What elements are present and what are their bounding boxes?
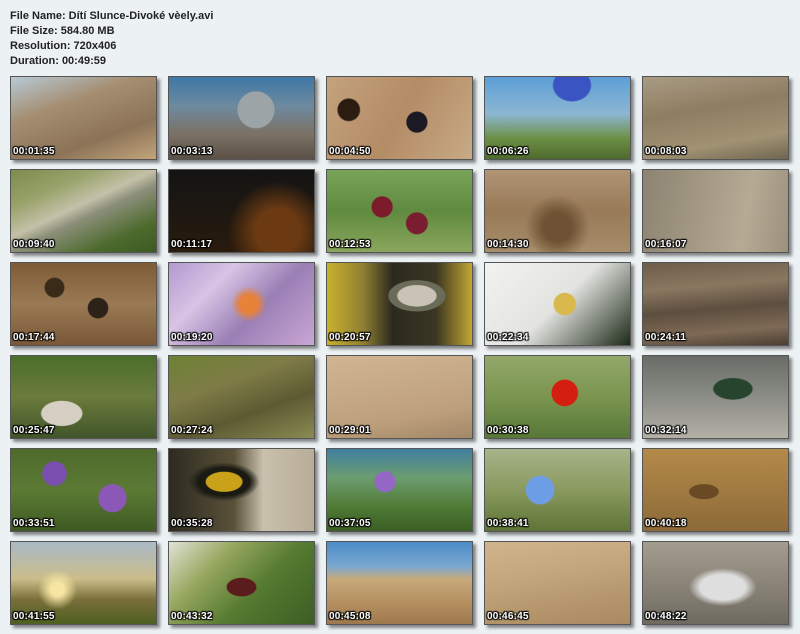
thumbnail-timestamp: 00:08:03 (645, 146, 687, 157)
thumbnail-timestamp: 00:12:53 (329, 239, 371, 250)
resolution: Resolution: 720x406 (10, 40, 117, 52)
thumbnail-18[interactable]: 00:29:01 (326, 355, 473, 439)
thumbnail-timestamp: 00:30:38 (487, 425, 529, 436)
thumbnail-4[interactable]: 00:06:26 (484, 76, 631, 160)
thumbnail-timestamp: 00:27:24 (171, 425, 213, 436)
thumbnail-timestamp: 00:16:07 (645, 239, 687, 250)
thumbnail-timestamp: 00:45:08 (329, 611, 371, 622)
thumbnail-6[interactable]: 00:09:40 (10, 169, 157, 253)
thumbnail-timestamp: 00:14:30 (487, 239, 529, 250)
thumbnail-timestamp: 00:35:28 (171, 518, 213, 529)
thumbnail-timestamp: 00:22:34 (487, 332, 529, 343)
thumbnail-13[interactable]: 00:20:57 (326, 262, 473, 346)
thumbnail-19[interactable]: 00:30:38 (484, 355, 631, 439)
thumbnail-27[interactable]: 00:43:32 (168, 541, 315, 625)
file-name: File Name: Dítí Slunce-Divoké vèely.avi (10, 10, 214, 22)
thumbnail-timestamp: 00:32:14 (645, 425, 687, 436)
thumbnail-timestamp: 00:29:01 (329, 425, 371, 436)
thumbnail-3[interactable]: 00:04:50 (326, 76, 473, 160)
thumbnail-11[interactable]: 00:17:44 (10, 262, 157, 346)
file-info: File Name: Dítí Slunce-Divoké vèely.avi … (10, 9, 213, 69)
thumbnail-timestamp: 00:48:22 (645, 611, 687, 622)
thumbnail-timestamp: 00:17:44 (13, 332, 55, 343)
thumbnail-16[interactable]: 00:25:47 (10, 355, 157, 439)
thumbnail-28[interactable]: 00:45:08 (326, 541, 473, 625)
thumbnail-1[interactable]: 00:01:35 (10, 76, 157, 160)
thumbnail-8[interactable]: 00:12:53 (326, 169, 473, 253)
thumbnail-timestamp: 00:01:35 (13, 146, 55, 157)
thumbnail-timestamp: 00:46:45 (487, 611, 529, 622)
thumbnail-10[interactable]: 00:16:07 (642, 169, 789, 253)
duration: Duration: 00:49:59 (10, 55, 106, 67)
thumbnail-7[interactable]: 00:11:17 (168, 169, 315, 253)
thumbnail-17[interactable]: 00:27:24 (168, 355, 315, 439)
thumbnail-timestamp: 00:25:47 (13, 425, 55, 436)
thumbnail-30[interactable]: 00:48:22 (642, 541, 789, 625)
thumbnail-24[interactable]: 00:38:41 (484, 448, 631, 532)
thumbnail-timestamp: 00:33:51 (13, 518, 55, 529)
thumbnail-23[interactable]: 00:37:05 (326, 448, 473, 532)
thumbnail-5[interactable]: 00:08:03 (642, 76, 789, 160)
thumbnail-timestamp: 00:20:57 (329, 332, 371, 343)
thumbnail-timestamp: 00:41:55 (13, 611, 55, 622)
thumbnail-timestamp: 00:37:05 (329, 518, 371, 529)
thumbnail-2[interactable]: 00:03:13 (168, 76, 315, 160)
thumbnail-timestamp: 00:38:41 (487, 518, 529, 529)
file-size: File Size: 584.80 MB (10, 25, 115, 37)
thumbnail-timestamp: 00:19:20 (171, 332, 213, 343)
thumbnail-29[interactable]: 00:46:45 (484, 541, 631, 625)
thumbnail-12[interactable]: 00:19:20 (168, 262, 315, 346)
thumbnail-15[interactable]: 00:24:11 (642, 262, 789, 346)
thumbnail-timestamp: 00:06:26 (487, 146, 529, 157)
thumbnail-timestamp: 00:03:13 (171, 146, 213, 157)
thumbnail-21[interactable]: 00:33:51 (10, 448, 157, 532)
thumbnail-timestamp: 00:43:32 (171, 611, 213, 622)
thumbnail-timestamp: 00:40:18 (645, 518, 687, 529)
thumbnail-timestamp: 00:09:40 (13, 239, 55, 250)
thumbnail-22[interactable]: 00:35:28 (168, 448, 315, 532)
thumbnail-20[interactable]: 00:32:14 (642, 355, 789, 439)
thumbnail-timestamp: 00:24:11 (645, 332, 687, 343)
thumbnail-9[interactable]: 00:14:30 (484, 169, 631, 253)
thumbnail-timestamp: 00:04:50 (329, 146, 371, 157)
thumbnail-14[interactable]: 00:22:34 (484, 262, 631, 346)
thumbnail-26[interactable]: 00:41:55 (10, 541, 157, 625)
thumbnail-25[interactable]: 00:40:18 (642, 448, 789, 532)
thumbnail-timestamp: 00:11:17 (171, 239, 213, 250)
